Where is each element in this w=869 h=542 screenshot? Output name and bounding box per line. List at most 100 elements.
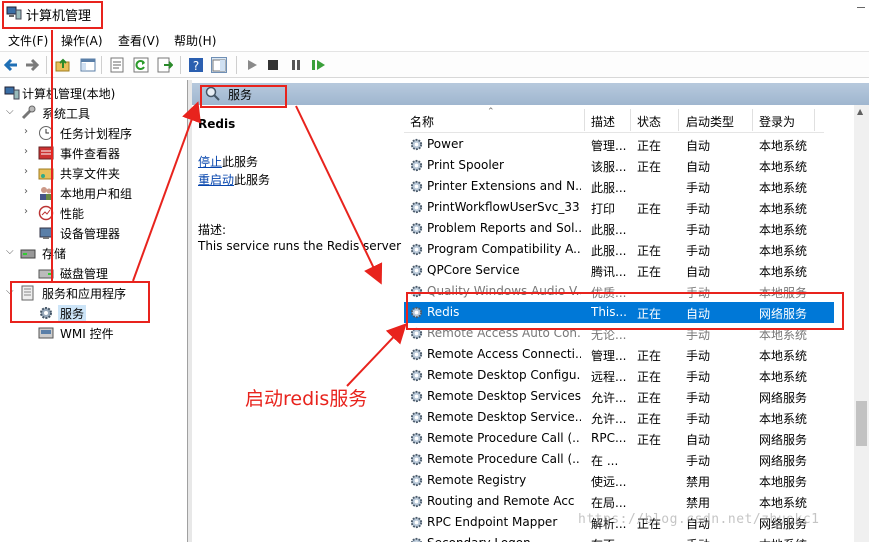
vertical-scrollbar[interactable]: ▲ xyxy=(854,105,869,542)
tree-node-system-tools[interactable]: ⌵ 系统工具 xyxy=(6,103,186,123)
restart-service-icon[interactable] xyxy=(310,57,326,73)
gear-icon xyxy=(409,284,424,299)
tree-node-services-and-apps[interactable]: ⌵ 服务和应用程序 xyxy=(6,283,186,303)
forward-icon[interactable] xyxy=(24,57,40,73)
service-row[interactable]: Program Compatibility A... 此服... 正在 手动 本地系统 xyxy=(404,239,834,260)
chevron-down-icon[interactable]: ⌵ xyxy=(6,246,16,257)
column-header-status[interactable]: 状态 xyxy=(637,113,661,130)
help-icon[interactable]: ? xyxy=(188,57,204,73)
service-row[interactable]: Remote Desktop Service... 允许... 正在 手动 本地系统 xyxy=(404,407,834,428)
chevron-down-icon[interactable]: ⌵ xyxy=(6,286,16,297)
tree-node-disk-management[interactable]: 磁盘管理 xyxy=(24,263,184,283)
storage-icon xyxy=(20,249,36,259)
console-tree-icon[interactable] xyxy=(80,57,96,73)
tree-node-label: 性能 xyxy=(60,207,85,221)
chevron-right-icon[interactable]: › xyxy=(24,146,34,157)
stop-link[interactable]: 停止 xyxy=(198,155,222,169)
export-list-icon[interactable] xyxy=(157,57,173,73)
toolbar: ? xyxy=(0,51,869,78)
service-status: 正在 xyxy=(637,433,662,447)
service-row[interactable]: QPCore Service 腾讯... 正在 自动 本地系统 xyxy=(404,260,834,281)
scrollbar-thumb[interactable] xyxy=(856,401,867,446)
column-divider[interactable] xyxy=(584,109,585,131)
service-row[interactable]: Remote Registry 使远... 禁用 本地服务 xyxy=(404,470,834,491)
scroll-up-icon[interactable]: ▲ xyxy=(857,107,863,116)
service-logon: 本地系统 xyxy=(759,181,808,195)
column-divider[interactable] xyxy=(752,109,753,131)
service-row[interactable]: Remote Desktop Configu... 远程... 正在 手动 本地系统 xyxy=(404,365,834,386)
show-action-pane-icon[interactable] xyxy=(211,57,227,73)
watermark-text: https://blog.csdn.net/zhuokc1 xyxy=(578,512,820,527)
service-row[interactable]: Remote Procedure Call (... RPC... 正在 自动 网络服务 xyxy=(404,428,834,449)
up-folder-icon[interactable] xyxy=(55,57,71,73)
service-row[interactable]: Print Spooler 该服... 正在 自动 本地系统 xyxy=(404,155,834,176)
service-row[interactable]: Remote Procedure Call (... 在 ... 手动 网络服务 xyxy=(404,449,834,470)
start-service-icon[interactable] xyxy=(244,57,260,73)
restart-link[interactable]: 重启动 xyxy=(198,173,234,187)
refresh-icon[interactable] xyxy=(133,57,149,73)
column-divider[interactable] xyxy=(630,109,631,131)
service-startup: 自动 xyxy=(686,433,711,447)
tree-node-task-scheduler[interactable]: › 任务计划程序 xyxy=(24,123,184,143)
gear-icon xyxy=(409,368,424,383)
tree-node-storage[interactable]: ⌵ 存储 xyxy=(6,243,186,263)
menu-view[interactable]: 查看(V) xyxy=(118,32,160,49)
chevron-right-icon[interactable]: › xyxy=(24,166,34,177)
column-divider[interactable] xyxy=(814,109,815,131)
pause-service-icon[interactable] xyxy=(288,57,304,73)
service-logon: 本地系统 xyxy=(759,202,808,216)
services-header: 服务 xyxy=(192,83,869,105)
service-startup: 手动 xyxy=(686,244,711,258)
tree-node-device-manager[interactable]: 设备管理器 xyxy=(24,223,184,243)
chevron-right-icon[interactable]: › xyxy=(24,206,34,217)
column-header-startup-type[interactable]: 启动类型 xyxy=(686,113,734,130)
service-row[interactable]: Secondary Logon 在不... 手动 本地系统 xyxy=(404,533,834,542)
service-row-redis[interactable]: Redis This... 正在 自动 网络服务 xyxy=(404,302,834,323)
service-row[interactable]: Power 管理... 正在 自动 本地系统 xyxy=(404,134,834,155)
gear-icon xyxy=(409,305,424,320)
chevron-down-icon[interactable]: ⌵ xyxy=(6,106,16,117)
tree-node-root[interactable]: 计算机管理(本地) xyxy=(4,83,184,103)
service-desc: 此服... xyxy=(591,244,627,258)
computer-management-window: 计算机管理 文件(F) 操作(A) 查看(V) 帮助(H) ? 计算机管理(本地… xyxy=(0,0,869,542)
service-desc: 在 ... xyxy=(591,454,619,468)
menu-file[interactable]: 文件(F) xyxy=(8,32,48,49)
column-divider[interactable] xyxy=(678,109,679,131)
column-header-name[interactable]: 名称 xyxy=(410,113,434,130)
tree-node-label: 系统工具 xyxy=(42,107,91,121)
stop-service-icon[interactable] xyxy=(265,57,281,73)
service-name: Remote Access Auto Con... xyxy=(427,326,581,340)
service-row[interactable]: Routing and Remote Acc 在局... 禁用 本地系统 xyxy=(404,491,834,512)
gear-icon xyxy=(409,221,424,236)
service-row[interactable]: Remote Access Connecti... 管理... 正在 手动 本地系统 xyxy=(404,344,834,365)
minimize-icon[interactable] xyxy=(857,7,865,8)
tree-node-services[interactable]: 服务 xyxy=(24,303,184,323)
properties-icon[interactable] xyxy=(109,57,125,73)
tree-node-performance[interactable]: › 性能 xyxy=(24,203,184,223)
service-startup: 禁用 xyxy=(686,496,711,510)
magnifier-icon xyxy=(205,86,220,101)
gear-icon xyxy=(409,389,424,404)
service-row[interactable]: Problem Reports and Sol... 此服... 手动 本地系统 xyxy=(404,218,834,239)
column-header-description[interactable]: 描述 xyxy=(591,113,615,130)
back-icon[interactable] xyxy=(3,57,19,73)
sort-ascending-icon: ⌃ xyxy=(487,107,495,117)
chevron-right-icon[interactable]: › xyxy=(24,186,34,197)
tree-node-event-viewer[interactable]: › 事件查看器 xyxy=(24,143,184,163)
chevron-right-icon[interactable]: › xyxy=(24,126,34,137)
service-row[interactable]: Printer Extensions and N... 此服... 手动 本地系统 xyxy=(404,176,834,197)
tree-node-shared-folders[interactable]: › 共享文件夹 xyxy=(24,163,184,183)
tree-node-wmi[interactable]: WMI 控件 xyxy=(24,323,184,343)
column-header-logon-as[interactable]: 登录为 xyxy=(759,113,795,130)
service-row[interactable]: Remote Access Auto Con... 无论... 手动 本地系统 xyxy=(404,323,834,344)
restart-service-line: 重启动此服务 xyxy=(198,171,270,188)
tree-node-local-users[interactable]: › 本地用户和组 xyxy=(24,183,184,203)
menu-help[interactable]: 帮助(H) xyxy=(174,32,216,49)
service-row[interactable]: PrintWorkflowUserSvc_33 打印 正在 手动 本地系统 xyxy=(404,197,834,218)
service-row[interactable]: Quality Windows Audio V... 优质... 手动 本地服务 xyxy=(404,281,834,302)
service-row[interactable]: Remote Desktop Services 允许... 正在 手动 网络服务 xyxy=(404,386,834,407)
service-desc: 无论... xyxy=(591,328,627,342)
service-status: 正在 xyxy=(637,244,662,258)
service-startup: 禁用 xyxy=(686,475,711,489)
menu-action[interactable]: 操作(A) xyxy=(61,32,103,49)
